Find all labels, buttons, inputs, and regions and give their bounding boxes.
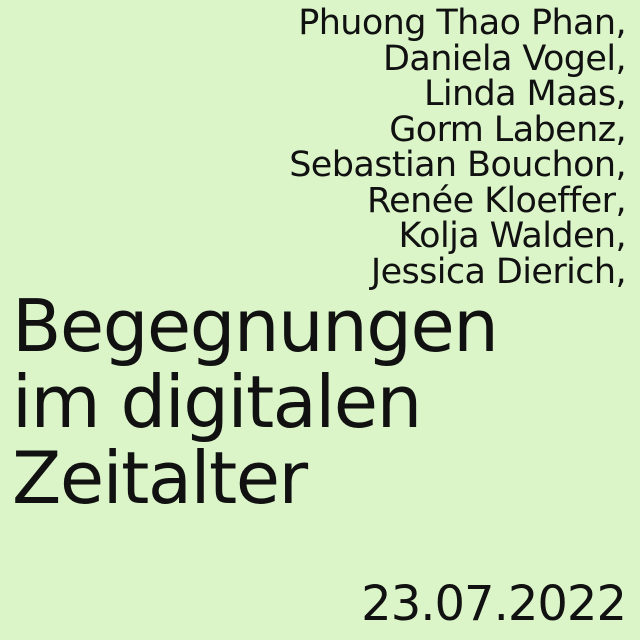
contributor-name: Phuong Thao Phan, — [298, 3, 626, 43]
title-line-3: Zeitalter — [12, 436, 308, 520]
poster: Phuong Thao Phan, Daniela Vogel, Linda M… — [0, 0, 640, 640]
contributor-name: Renée Kloeffer, — [367, 180, 627, 221]
contributor-list: Phuong Thao Phan, Daniela Vogel, Linda M… — [289, 3, 627, 290]
contributor-name: Sebastian Bouchon, — [289, 145, 626, 185]
poster-title: Begegnungen im digitalen Zeitalter — [12, 284, 499, 520]
title-line-1: Begegnungen — [12, 284, 499, 368]
contributor-name: Gorm Labenz, — [389, 109, 626, 150]
contributor-name: Linda Maas, — [423, 74, 627, 114]
title-line-2: im digitalen — [12, 360, 422, 444]
event-date: 23.07.2022 — [361, 576, 627, 632]
contributor-name: Daniela Vogel, — [383, 38, 627, 79]
contributor-name: Kolja Walden, — [398, 216, 627, 256]
